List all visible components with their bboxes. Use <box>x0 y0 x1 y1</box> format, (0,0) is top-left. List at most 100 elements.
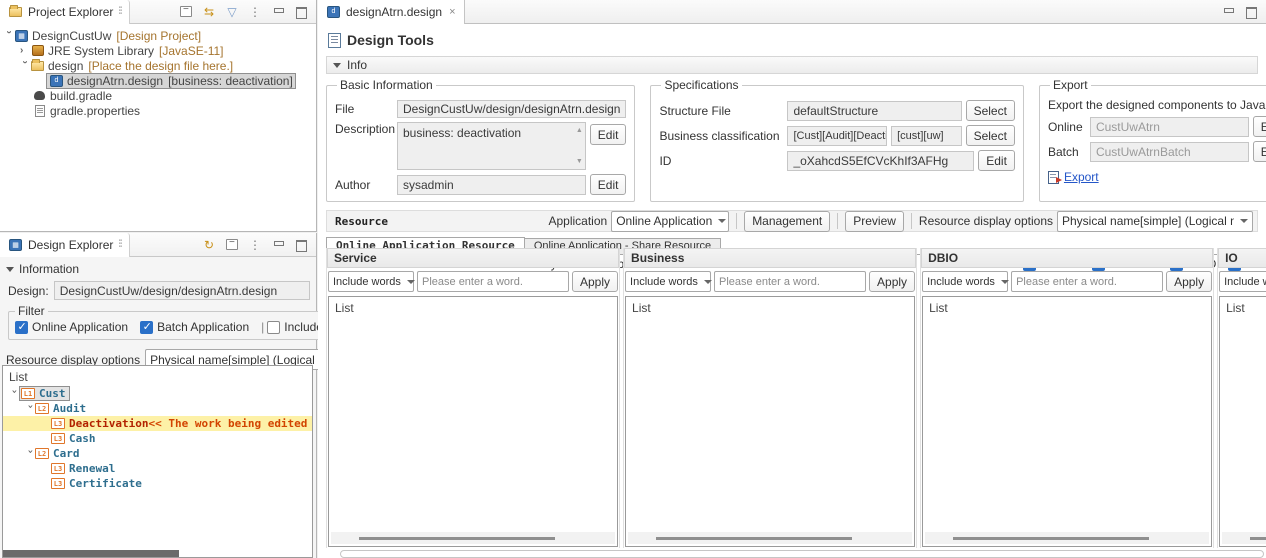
apply-filter-button[interactable]: Apply <box>869 271 916 292</box>
scroll-up-icon[interactable]: ▲ <box>576 127 583 134</box>
tree-item-renewal[interactable]: L3 Renewal <box>3 461 312 476</box>
online-application-checkbox[interactable]: Online Application <box>15 320 128 334</box>
level3-badge-icon: L3 <box>51 478 65 489</box>
scroll-down-icon[interactable]: ▼ <box>576 158 583 165</box>
expander-icon[interactable]: › <box>20 45 30 56</box>
editor-horizontal-scrollbar[interactable] <box>340 550 1264 558</box>
horizontal-scrollbar[interactable] <box>628 532 913 544</box>
level3-badge-icon: L3 <box>51 433 65 444</box>
link-with-editor-icon[interactable]: ⇆ <box>202 5 216 19</box>
filter-mode-select[interactable]: Include words <box>922 271 1009 292</box>
scrollbar-thumb[interactable] <box>1250 537 1266 540</box>
edit-author-button[interactable]: Edit <box>589 174 627 195</box>
information-section-header[interactable]: Information <box>0 257 316 279</box>
gradle-icon <box>32 89 47 102</box>
view-menu-icon[interactable]: ⋮ <box>248 5 262 19</box>
maximize-icon[interactable] <box>1244 5 1258 19</box>
tree-item-card[interactable]: › L2 Card <box>3 446 312 461</box>
chevron-down-icon <box>718 219 727 223</box>
tree-item-deactivation[interactable]: L3 Deactivation << The work being edited <box>3 416 312 431</box>
management-button[interactable]: Management <box>744 210 831 232</box>
filter-word-input[interactable] <box>714 271 867 292</box>
info-section-header[interactable]: Info <box>326 56 1258 74</box>
edit-id-button[interactable]: Edit <box>978 150 1015 171</box>
export-link[interactable]: Export <box>1064 170 1099 184</box>
list-root-label: List <box>9 370 28 384</box>
view-menu-icon[interactable]: ⋮ <box>248 238 262 252</box>
filter-mode-select[interactable]: Include words <box>328 271 415 292</box>
edit-online-button[interactable]: Edit <box>1252 116 1266 137</box>
minimize-icon[interactable] <box>271 5 285 19</box>
io-resource-column: IO Include words Apply List <box>1217 248 1266 548</box>
collapse-all-icon[interactable] <box>225 237 239 252</box>
resource-display-options-select[interactable]: Physical name[simple] (Logical name) <box>1057 210 1253 232</box>
level2-badge-icon: L2 <box>35 448 49 459</box>
expander-icon[interactable]: › <box>20 61 31 71</box>
minimize-icon[interactable] <box>1221 5 1235 19</box>
checkbox-icon[interactable] <box>140 320 154 334</box>
horizontal-scrollbar[interactable] <box>925 532 1210 544</box>
tree-item-audit[interactable]: › L2 Audit <box>3 401 312 416</box>
editor-tab-designatrn[interactable]: d designAtrn.design × <box>318 0 465 24</box>
horizontal-scrollbar[interactable] <box>331 532 616 544</box>
section-collapse-icon <box>333 62 341 68</box>
dbio-resource-column: DBIO Include words Apply List <box>920 248 1215 548</box>
dbio-list[interactable]: List <box>922 296 1213 547</box>
filter-icon[interactable]: ▽ <box>225 5 239 19</box>
description-label: Description <box>335 122 396 136</box>
apply-filter-button[interactable]: Apply <box>1166 271 1213 292</box>
tree-item-cash[interactable]: L3 Cash <box>3 431 312 446</box>
horizontal-scrollbar-thumb[interactable] <box>3 550 179 557</box>
scrollbar-thumb[interactable] <box>953 537 1150 540</box>
tree-item-certificate[interactable]: L3 Certificate <box>3 476 312 491</box>
project-explorer-tab[interactable]: Project Explorer ⫶⫶ <box>0 0 131 24</box>
application-select[interactable]: Online Application <box>611 210 730 232</box>
select-classification-button[interactable]: Select <box>965 125 1015 146</box>
edit-batch-button[interactable]: Edit <box>1252 141 1266 162</box>
description-field: business: deactivation ▲ ▼ <box>397 122 586 170</box>
project-tree: › ▦ DesignCustUw [Design Project] › JRE … <box>0 24 316 122</box>
refresh-icon[interactable]: ↻ <box>202 238 216 252</box>
tree-item-design-folder[interactable]: › design [Place the design file here.] <box>2 58 314 73</box>
business-list[interactable]: List <box>625 296 916 547</box>
expander-icon[interactable]: › <box>25 449 36 459</box>
horizontal-scrollbar[interactable] <box>1222 532 1266 544</box>
expander-icon[interactable]: › <box>9 389 20 399</box>
column-header: IO <box>1218 248 1266 268</box>
maximize-icon[interactable] <box>294 238 308 252</box>
minimize-icon[interactable] <box>271 238 285 252</box>
close-tab-icon[interactable]: × <box>449 6 455 18</box>
preview-button[interactable]: Preview <box>845 210 904 232</box>
edit-description-button[interactable]: Edit <box>589 124 627 145</box>
service-list[interactable]: List <box>328 296 619 547</box>
filter-mode-select[interactable]: Include words <box>625 271 712 292</box>
tree-item-design-file[interactable]: d designAtrn.design [business: deactivat… <box>2 72 314 89</box>
column-header: Service <box>327 248 620 268</box>
tree-item-jre[interactable]: › JRE System Library [JavaSE-11] <box>2 43 314 58</box>
filter-word-input[interactable] <box>417 271 569 292</box>
expander-icon[interactable]: › <box>25 404 36 414</box>
scrollbar-thumb[interactable] <box>656 537 853 540</box>
batch-application-checkbox[interactable]: Batch Application <box>140 320 249 334</box>
tree-item-build-gradle[interactable]: build.gradle <box>2 88 314 103</box>
export-group: Export Export the designed components to… <box>1038 78 1266 202</box>
tree-item-cust[interactable]: › L1 Cust <box>3 386 312 401</box>
checkbox-icon[interactable] <box>267 320 281 334</box>
tree-item-project[interactable]: › ▦ DesignCustUw [Design Project] <box>2 28 314 43</box>
collapse-all-icon[interactable] <box>179 4 193 19</box>
level3-badge-icon: L3 <box>51 418 65 429</box>
filter-mode-select[interactable]: Include words <box>1219 271 1266 292</box>
select-structure-button[interactable]: Select <box>965 100 1015 121</box>
checkbox-icon[interactable] <box>15 320 28 334</box>
io-list[interactable]: List <box>1219 296 1266 547</box>
batch-class-field: CustUwAtrnBatch <box>1089 141 1249 162</box>
design-explorer-tab[interactable]: ▦ Design Explorer ⫶⫶ <box>0 232 131 257</box>
filter-word-input[interactable] <box>1011 271 1164 292</box>
expander-icon[interactable]: › <box>4 31 15 41</box>
apply-filter-button[interactable]: Apply <box>572 271 619 292</box>
business-classification-label: Business classification <box>659 128 780 143</box>
maximize-icon[interactable] <box>294 5 308 19</box>
design-resource-list[interactable]: List › L1 Cust › L2 Audit L3 Deactivatio… <box>2 365 313 558</box>
scrollbar-thumb[interactable] <box>359 537 556 540</box>
tree-item-gradle-properties[interactable]: gradle.properties <box>2 103 314 118</box>
